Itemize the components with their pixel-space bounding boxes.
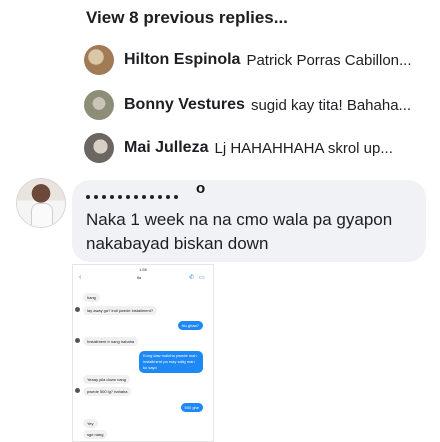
avatar-figure bbox=[31, 203, 53, 227]
message-text: lay away ga? indi pwede installment? bbox=[87, 308, 154, 313]
chat-message-incoming: hang bbox=[83, 293, 100, 302]
reply-author-name[interactable]: Mai Julleza bbox=[124, 139, 208, 157]
chat-message-outgoing: Kung kaw maluha pwede man installment pa… bbox=[139, 351, 203, 373]
comment-text: Naka 1 week na na cmo wala pa gyapon nak… bbox=[86, 210, 393, 253]
message-text: Yeaay pila down nang bbox=[87, 377, 126, 382]
reply-item[interactable]: Hilton Espinola Patrick Porras Cabillon.… bbox=[84, 43, 434, 77]
phone-icon: ✆ bbox=[189, 275, 195, 281]
chat-message-incoming: sge nang bbox=[83, 430, 108, 439]
reply-preview-text: Patrick Porras Cabillon... bbox=[246, 51, 412, 69]
reply-author-name[interactable]: Bonny Vestures bbox=[124, 96, 245, 114]
avatar[interactable] bbox=[84, 133, 114, 163]
message-text: sge nang bbox=[87, 432, 104, 437]
message-text: hang bbox=[87, 295, 96, 300]
message-text: Yey bbox=[87, 421, 94, 426]
reply-preview-text: sugid kay tita! Bahaha... bbox=[250, 96, 412, 114]
message-text: pwede 500 lg? hahaha bbox=[87, 389, 128, 394]
chat-message-incoming: Installment b nang hahaha bbox=[75, 337, 139, 346]
contact-name: Ilo bbox=[137, 275, 142, 280]
attached-screenshot[interactable]: 1:56 ‹ Ilo ✆ ▭ hang lay away ga? indi pw… bbox=[72, 264, 214, 442]
message-text: Nu ghaa? bbox=[181, 323, 199, 328]
video-call-icon: ▭ bbox=[199, 275, 205, 281]
redacted-author-name bbox=[86, 186, 196, 199]
chat-message-incoming: Yey bbox=[83, 419, 98, 428]
sender-avatar bbox=[75, 307, 80, 312]
chat-message-incoming: Yeaay pila down nang bbox=[83, 375, 130, 384]
avatar[interactable] bbox=[84, 90, 114, 120]
messenger-header: ‹ Ilo ✆ ▭ bbox=[77, 274, 209, 284]
reply-preview-text: Lj HAHAHHAHA skrol up... bbox=[214, 139, 393, 157]
chat-message-outgoing: Nu ghaa? bbox=[177, 321, 203, 330]
comment-bubble: o Naka 1 week na na cmo wala pa gyapon n… bbox=[72, 180, 426, 262]
reply-item[interactable]: Bonny Vestures sugid kay tita! Bahaha... bbox=[84, 88, 434, 122]
comment-author-name-fragment[interactable]: o bbox=[196, 180, 205, 197]
view-previous-replies-link[interactable]: View 8 previous replies... bbox=[86, 8, 288, 28]
avatar[interactable] bbox=[16, 178, 66, 228]
message-text: 500 ghe bbox=[184, 405, 199, 410]
avatar[interactable] bbox=[84, 45, 114, 75]
sender-avatar bbox=[75, 338, 80, 343]
back-arrow-icon: ‹ bbox=[79, 274, 82, 281]
message-text: Kung kaw maluha pwede man installment pa… bbox=[143, 353, 197, 370]
reply-item[interactable]: Mai Julleza Lj HAHAHHAHA skrol up... bbox=[84, 131, 434, 165]
status-bar-time: 1:56 bbox=[139, 267, 147, 272]
chat-message-outgoing: 500 ghe bbox=[180, 403, 203, 412]
reply-author-name[interactable]: Hilton Espinola bbox=[124, 51, 240, 69]
chat-message-incoming: lay away ga? indi pwede installment? bbox=[75, 306, 158, 315]
chat-message-incoming: pwede 500 lg? hahaha bbox=[75, 387, 132, 396]
message-text: Installment b nang hahaha bbox=[87, 339, 135, 344]
sender-avatar bbox=[75, 388, 80, 393]
